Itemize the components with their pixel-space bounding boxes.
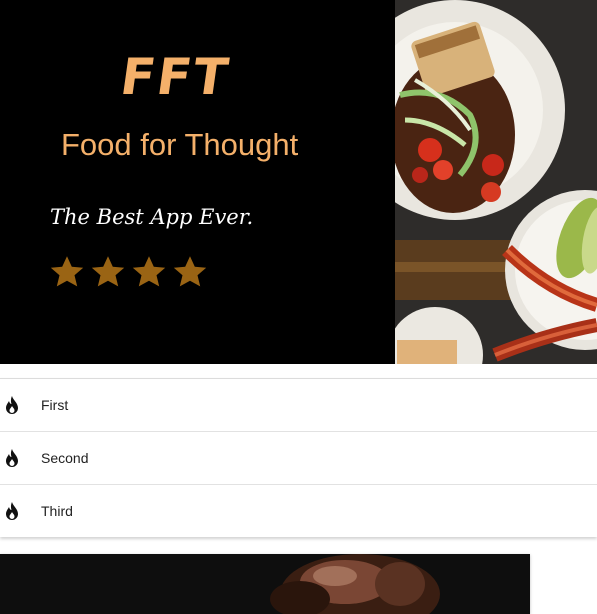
hero-banner: FFT Food for Thought The Best App Ever. <box>0 0 597 364</box>
app-logo: FFT <box>116 48 234 106</box>
flame-icon <box>4 395 20 415</box>
flame-icon <box>4 448 20 468</box>
app-title: Food for Thought <box>61 127 299 162</box>
flame-icon <box>4 501 20 521</box>
list-item-second[interactable]: Second <box>0 432 597 485</box>
dessert-photo <box>0 554 530 614</box>
list-item-label: First <box>41 397 69 413</box>
star-rating <box>49 254 208 290</box>
star-icon <box>131 254 167 290</box>
list-item-first[interactable]: First <box>0 379 597 432</box>
item-list: First Second Third <box>0 378 597 537</box>
list-item-label: Third <box>41 503 73 519</box>
star-icon <box>90 254 126 290</box>
star-icon <box>49 254 85 290</box>
hero-text-panel: FFT Food for Thought The Best App Ever. <box>0 0 395 364</box>
list-item-third[interactable]: Third <box>0 485 597 537</box>
dessert-card[interactable] <box>0 554 530 614</box>
star-icon <box>172 254 208 290</box>
app-tagline: The Best App Ever. <box>50 205 254 229</box>
list-item-label: Second <box>41 450 89 466</box>
food-plate-photo <box>395 0 597 364</box>
